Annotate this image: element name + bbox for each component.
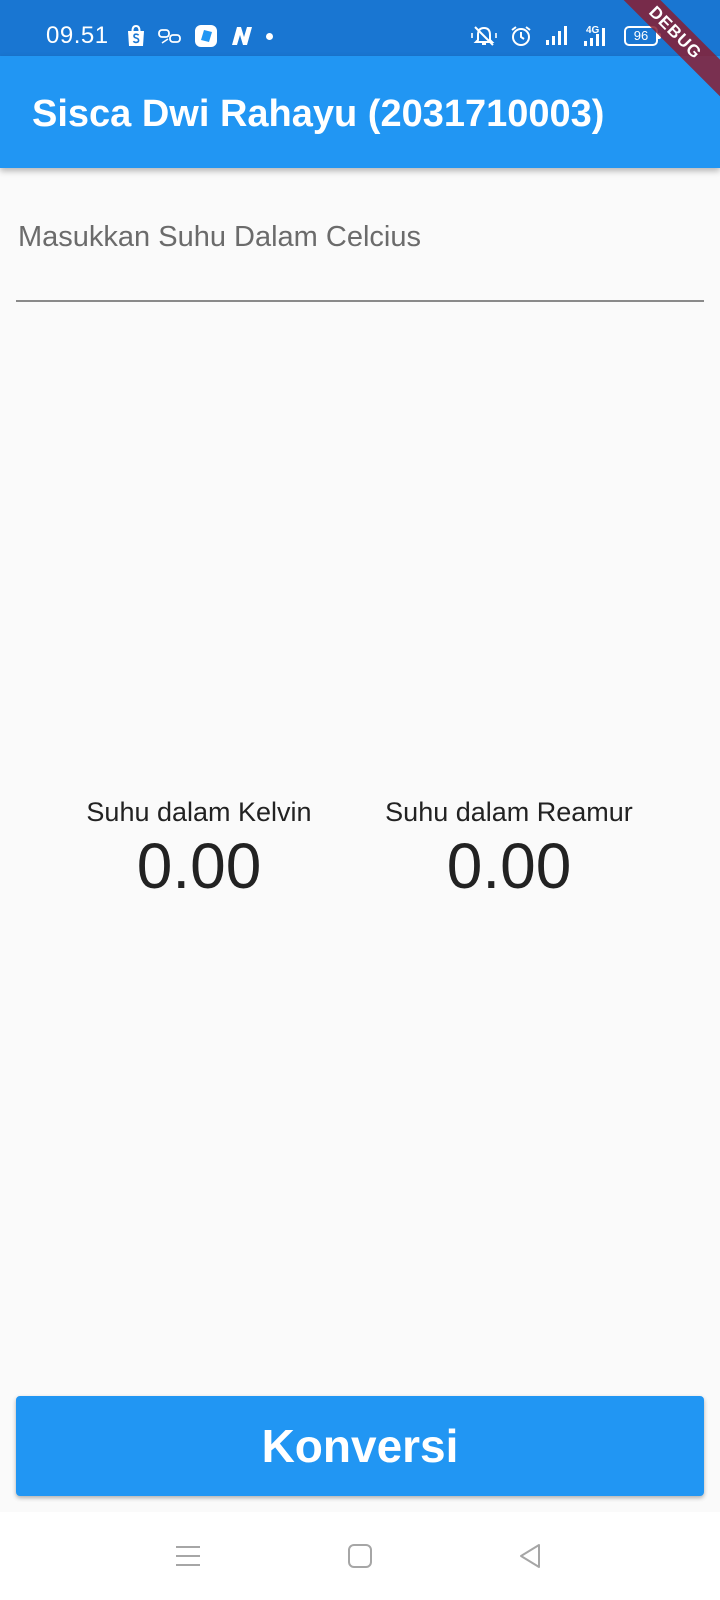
- link-icon: [158, 27, 182, 45]
- app-icon: [194, 24, 218, 48]
- kelvin-value: 0.00: [136, 830, 262, 902]
- reamur-result: Suhu dalam Reamur 0.00: [359, 796, 659, 902]
- reamur-value: 0.00: [446, 830, 572, 902]
- celsius-input[interactable]: [16, 210, 704, 302]
- alarm-icon: [510, 25, 532, 47]
- reamur-label: Suhu dalam Reamur: [385, 797, 633, 827]
- n-app-icon: [230, 25, 254, 47]
- convert-button[interactable]: Konversi: [16, 1396, 704, 1496]
- back-icon[interactable]: [508, 1534, 552, 1578]
- status-bar: 09.51 4G 96: [0, 0, 720, 56]
- status-left-icons: [126, 24, 273, 48]
- status-time: 09.51: [46, 22, 109, 49]
- shopee-icon: [126, 25, 146, 47]
- kelvin-result: Suhu dalam Kelvin 0.00: [49, 796, 349, 902]
- notification-dot-icon: [266, 32, 273, 40]
- home-icon[interactable]: [338, 1534, 382, 1578]
- kelvin-label: Suhu dalam Kelvin: [86, 797, 312, 827]
- mute-icon: [470, 25, 498, 47]
- signal-4g-icon: 4G: [582, 24, 612, 48]
- nav-bar: [0, 1512, 720, 1600]
- status-right-icons: 4G 96: [470, 24, 661, 48]
- app-bar: Sisca Dwi Rahayu (2031710003): [0, 56, 720, 168]
- page-title: Sisca Dwi Rahayu (2031710003): [32, 93, 605, 135]
- menu-icon[interactable]: [166, 1534, 210, 1578]
- signal-icon: [544, 25, 570, 47]
